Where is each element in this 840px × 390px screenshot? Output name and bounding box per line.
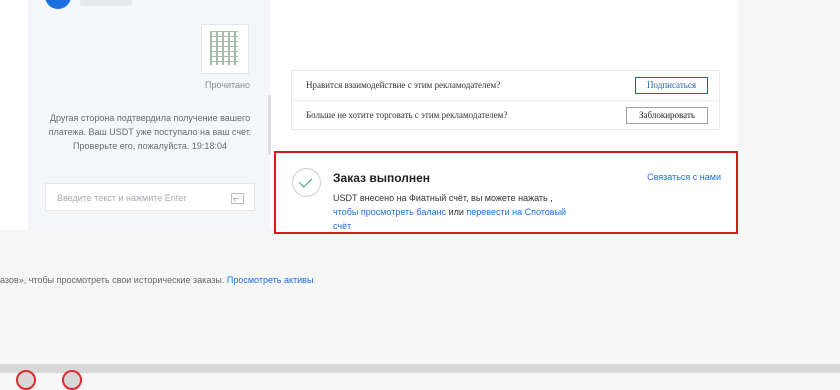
history-text: азов», чтобы просмотреть свои историческ… [0,275,225,285]
thumbnail-image [210,31,238,65]
block-row: Больше не хотите торговать с этим реклам… [292,101,719,130]
footer-circle-icon [62,370,82,390]
stop-question: Больше не хотите торговать с этим реклам… [306,110,508,120]
order-desc-text: USDT внесено на Фиатный счёт, вы можете … [333,193,553,203]
subscribe-button[interactable]: Подписаться [635,77,708,94]
chat-name-placeholder [80,0,132,6]
footer-circle-icon [16,370,36,390]
read-status: Прочитано [205,80,250,90]
payment-screenshot-thumbnail[interactable] [201,24,249,74]
footer-bar [0,364,840,373]
chat-input-box[interactable] [45,183,255,211]
system-message: Другая сторона подтвердила получение ваш… [48,113,252,151]
like-question: Нравится взаимодействие с этим рекламода… [306,80,501,90]
like-row: Нравится взаимодействие с этим рекламода… [292,71,719,101]
view-balance-link[interactable]: чтобы просмотреть баланс [333,207,446,217]
contact-us-link[interactable]: Связаться с нами [647,172,721,182]
chat-input[interactable] [57,191,227,205]
order-title: Заказ выполнен [333,171,431,185]
order-completed-card: Заказ выполнен Связаться с нами USDT вне… [274,151,738,234]
chat-scrollbar[interactable] [268,95,271,155]
view-assets-link[interactable]: Просмотреть активы [227,275,314,285]
order-description: USDT внесено на Фиатный счёт, вы можете … [333,191,573,233]
check-icon [292,168,321,197]
advertiser-feedback-box: Нравится взаимодействие с этим рекламода… [291,70,720,130]
history-notice: азов», чтобы просмотреть свои историческ… [0,275,313,285]
image-icon[interactable] [231,193,244,204]
or-text: или [448,207,464,217]
block-button[interactable]: Заблокировать [626,107,708,124]
right-margin [738,0,840,230]
